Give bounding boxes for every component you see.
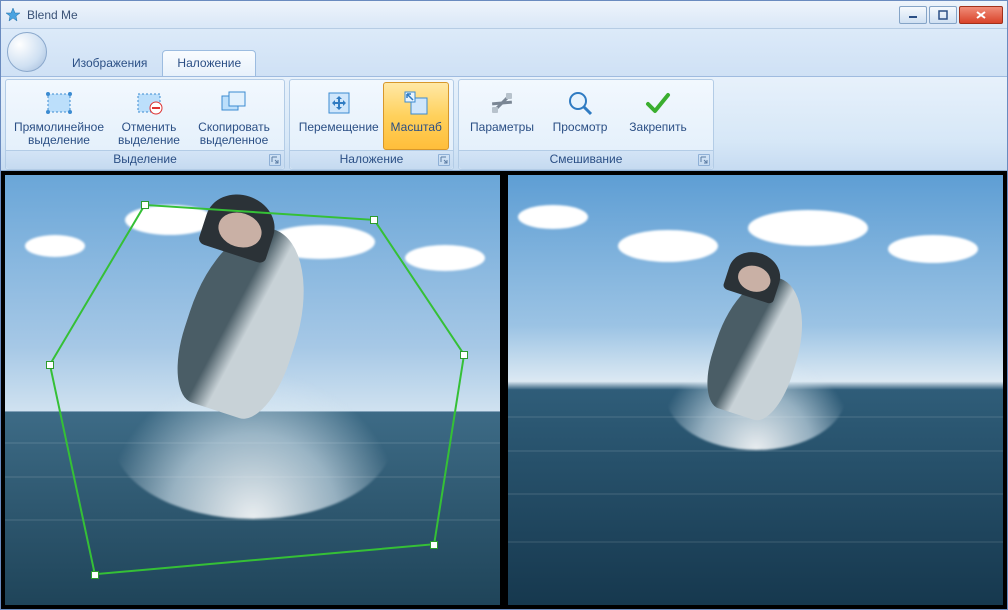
selection-handle[interactable] bbox=[46, 361, 54, 369]
move-button[interactable]: Перемещение bbox=[294, 82, 383, 150]
maximize-icon bbox=[938, 10, 948, 20]
selection-handle[interactable] bbox=[91, 571, 99, 579]
rect-select-button[interactable]: Прямолинейное выделение bbox=[10, 82, 108, 150]
group-selection-label: Выделение bbox=[6, 150, 284, 169]
move-label: Перемещение bbox=[299, 121, 379, 134]
apply-icon bbox=[642, 87, 674, 119]
preview-icon bbox=[564, 87, 596, 119]
source-image-panel[interactable] bbox=[5, 175, 500, 605]
group-overlay-label: Наложение bbox=[290, 150, 453, 169]
ribbon: Прямолинейное выделение Отменить выделен… bbox=[1, 77, 1007, 171]
title-bar: Blend Me bbox=[1, 1, 1007, 29]
app-menu-orb[interactable] bbox=[7, 32, 47, 72]
selection-handle[interactable] bbox=[141, 201, 149, 209]
preview-label: Просмотр bbox=[553, 121, 608, 134]
selection-handle[interactable] bbox=[430, 541, 438, 549]
tab-overlay[interactable]: Наложение bbox=[162, 50, 256, 76]
params-label: Параметры bbox=[470, 121, 534, 134]
group-selection: Прямолинейное выделение Отменить выделен… bbox=[5, 79, 285, 170]
target-image-panel[interactable] bbox=[508, 175, 1003, 605]
maximize-button[interactable] bbox=[929, 6, 957, 24]
selection-handle[interactable] bbox=[460, 351, 468, 359]
copy-selected-icon bbox=[218, 87, 250, 119]
ribbon-tabs: Изображения Наложение bbox=[1, 29, 1007, 77]
minimize-icon bbox=[908, 10, 918, 20]
cancel-select-label: Отменить выделение bbox=[111, 121, 187, 147]
copy-selected-button[interactable]: Скопировать выделенное bbox=[190, 82, 278, 150]
workspace bbox=[1, 171, 1007, 609]
params-button[interactable]: Параметры bbox=[463, 82, 541, 150]
overlay-launcher-icon[interactable] bbox=[438, 154, 450, 166]
preview-button[interactable]: Просмотр bbox=[541, 82, 619, 150]
tab-images[interactable]: Изображения bbox=[57, 50, 162, 76]
params-icon bbox=[486, 87, 518, 119]
close-icon bbox=[975, 10, 987, 20]
apply-button[interactable]: Закрепить bbox=[619, 82, 697, 150]
app-icon bbox=[5, 7, 21, 23]
minimize-button[interactable] bbox=[899, 6, 927, 24]
group-blend: Параметры Просмотр Закрепить Смешивание bbox=[458, 79, 714, 170]
scale-icon bbox=[400, 87, 432, 119]
apply-label: Закрепить bbox=[629, 121, 686, 134]
scale-label: Масштаб bbox=[391, 121, 442, 134]
group-blend-label: Смешивание bbox=[459, 150, 713, 169]
selection-launcher-icon[interactable] bbox=[269, 154, 281, 166]
rect-select-icon bbox=[43, 87, 75, 119]
rect-select-label: Прямолинейное выделение bbox=[13, 121, 105, 147]
window-controls bbox=[899, 6, 1003, 24]
scale-button[interactable]: Масштаб bbox=[383, 82, 449, 150]
selection-handle[interactable] bbox=[370, 216, 378, 224]
cancel-select-icon bbox=[133, 87, 165, 119]
cancel-select-button[interactable]: Отменить выделение bbox=[108, 82, 190, 150]
copy-selected-label: Скопировать выделенное bbox=[193, 121, 275, 147]
group-overlay: Перемещение Масштаб Наложение bbox=[289, 79, 454, 170]
blend-launcher-icon[interactable] bbox=[698, 154, 710, 166]
move-icon bbox=[323, 87, 355, 119]
window-title: Blend Me bbox=[27, 8, 899, 22]
close-button[interactable] bbox=[959, 6, 1003, 24]
